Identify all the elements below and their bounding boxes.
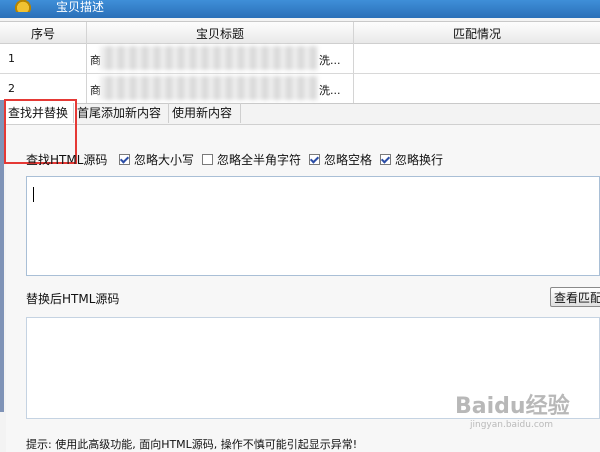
tab-use-new-content[interactable]: 使用新内容: [170, 102, 244, 124]
checkbox-checked-icon[interactable]: [309, 154, 320, 165]
view-match-button[interactable]: 查看匹配: [550, 287, 600, 307]
checkbox-checked-icon[interactable]: [380, 154, 391, 165]
find-source-textarea[interactable]: [26, 176, 600, 276]
tab-add-head-tail[interactable]: 首尾添加新内容: [75, 102, 171, 124]
window-title: 宝贝描述: [56, 0, 105, 14]
find-source-label: 查找HTML源码: [26, 153, 108, 167]
table-header: 序号 宝贝标题 匹配情况: [0, 22, 600, 44]
app-icon: [14, 0, 32, 12]
option-label: 忽略空格: [324, 153, 373, 167]
ignore-newline-checkbox[interactable]: 忽略换行: [380, 151, 443, 168]
column-header-match[interactable]: 匹配情况: [354, 25, 600, 42]
checkbox-unchecked-icon[interactable]: [202, 154, 213, 165]
ignore-case-checkbox[interactable]: 忽略大小写: [119, 151, 194, 168]
blurred-title: [100, 46, 318, 70]
blurred-title: [100, 76, 318, 100]
option-label: 忽略全半角字符: [217, 153, 302, 167]
column-header-title[interactable]: 宝贝标题: [87, 25, 353, 42]
ignore-spaces-checkbox[interactable]: 忽略空格: [309, 151, 372, 168]
option-label: 忽略换行: [395, 153, 444, 167]
checkbox-checked-icon[interactable]: [119, 154, 130, 165]
product-table: 序号 宝贝标题 匹配情况 1 商 洗... 2 商 洗...: [0, 21, 600, 104]
watermark-url: jingyan.baidu.com: [470, 420, 554, 430]
tip-text: 提示: 使用此高级功能, 面向HTML源码, 操作不慎可能引起显示异常!: [26, 438, 358, 451]
row-title-end: 洗...: [319, 54, 341, 67]
row-index: 2: [8, 82, 15, 95]
watermark-logo: Baidu经验: [455, 394, 570, 419]
ignore-width-checkbox[interactable]: 忽略全半角字符: [202, 151, 301, 168]
row-title-end: 洗...: [319, 84, 341, 97]
option-label: 忽略大小写: [134, 153, 195, 167]
replace-source-label: 替换后HTML源码: [26, 292, 120, 306]
text-caret: [33, 187, 34, 202]
window-title-bar: 宝贝描述: [0, 0, 600, 18]
row-index: 1: [8, 52, 15, 65]
column-header-index[interactable]: 序号: [0, 25, 86, 42]
